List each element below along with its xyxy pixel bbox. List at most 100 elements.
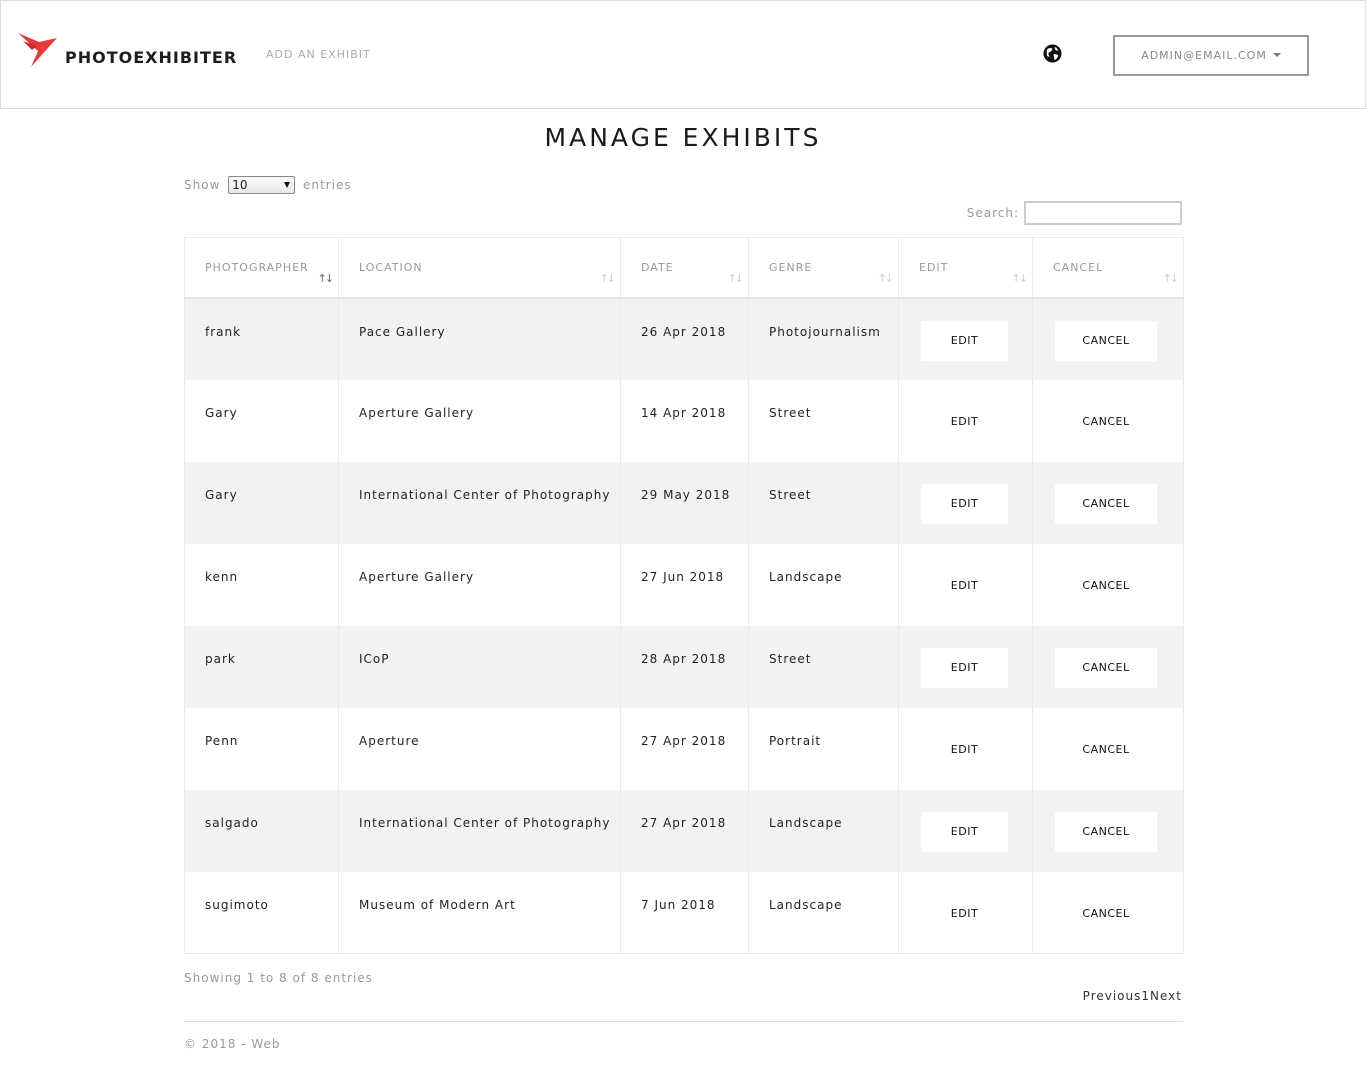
column-header-label: CANCEL	[1053, 260, 1104, 274]
cancel-button[interactable]: CANCEL	[1055, 893, 1157, 934]
cell-photographer: salgado	[184, 789, 339, 872]
sort-icon: ↑↓	[1162, 271, 1180, 285]
pagination-page-1[interactable]: 1	[1141, 989, 1150, 1003]
cell-genre: Street	[748, 625, 899, 708]
cell-date: 29 May 2018	[620, 461, 749, 544]
table-info: Showing 1 to 8 of 8 entries	[184, 971, 373, 985]
footer-divider	[184, 1021, 1183, 1022]
cell-genre: Landscape	[748, 871, 899, 954]
cell-photographer: park	[184, 625, 339, 708]
pagination-previous[interactable]: Previous	[1083, 989, 1142, 1003]
cell-genre: Portrait	[748, 707, 899, 790]
cell-location: Aperture Gallery	[338, 543, 621, 626]
cell-photographer: frank	[184, 297, 339, 380]
cell-genre: Street	[748, 461, 899, 544]
column-header-date[interactable]: DATE ↑↓	[620, 237, 749, 299]
page-title: MANAGE EXHIBITS	[544, 123, 822, 152]
cell-edit: EDIT	[898, 461, 1033, 544]
cell-edit: EDIT	[898, 379, 1033, 462]
cancel-button[interactable]: CANCEL	[1055, 729, 1157, 770]
cell-cancel: CANCEL	[1032, 871, 1184, 954]
column-header-edit[interactable]: EDIT ↑↓	[898, 237, 1033, 299]
globe-icon[interactable]	[1043, 44, 1062, 63]
column-header-label: LOCATION	[359, 260, 423, 274]
column-header-photographer[interactable]: PHOTOGRAPHER ↑↓	[184, 237, 339, 299]
pagination-next[interactable]: Next	[1150, 989, 1182, 1003]
navbar: PHOTOEXHIBITER ADD AN EXHIBIT ADMIN@EMAI…	[0, 0, 1366, 109]
cell-location: Aperture Gallery	[338, 379, 621, 462]
cell-cancel: CANCEL	[1032, 707, 1184, 790]
cancel-button[interactable]: CANCEL	[1055, 811, 1157, 852]
show-label: Show	[184, 178, 221, 192]
column-header-label: PHOTOGRAPHER	[205, 260, 309, 274]
sort-icon: ↑↓	[877, 271, 895, 285]
cell-cancel: CANCEL	[1032, 461, 1184, 544]
edit-button[interactable]: EDIT	[921, 729, 1008, 770]
bird-logo-icon[interactable]	[17, 29, 61, 69]
column-header-location[interactable]: LOCATION ↑↓	[338, 237, 621, 299]
table-row: Gary Aperture Gallery 14 Apr 2018 Street…	[184, 379, 1184, 462]
brand-name[interactable]: PHOTOEXHIBITER	[65, 48, 237, 67]
search-input[interactable]	[1024, 201, 1182, 225]
cell-cancel: CANCEL	[1032, 789, 1184, 872]
sort-icon: ↑↓	[599, 271, 617, 285]
user-menu-button[interactable]: ADMIN@EMAIL.COM	[1113, 35, 1309, 76]
edit-button[interactable]: EDIT	[921, 811, 1008, 852]
cancel-button[interactable]: CANCEL	[1055, 647, 1157, 688]
edit-button[interactable]: EDIT	[921, 565, 1008, 606]
cell-edit: EDIT	[898, 543, 1033, 626]
cancel-button[interactable]: CANCEL	[1055, 565, 1157, 606]
dropdown-arrow-icon	[284, 182, 291, 188]
cell-date: 14 Apr 2018	[620, 379, 749, 462]
cell-cancel: CANCEL	[1032, 297, 1184, 380]
table-row: park ICoP 28 Apr 2018 Street EDIT CANCEL	[184, 625, 1184, 708]
cancel-button[interactable]: CANCEL	[1055, 401, 1157, 442]
cell-photographer: Gary	[184, 379, 339, 462]
cell-cancel: CANCEL	[1032, 379, 1184, 462]
cell-date: 27 Apr 2018	[620, 789, 749, 872]
cell-date: 26 Apr 2018	[620, 297, 749, 380]
table-row: frank Pace Gallery 26 Apr 2018 Photojour…	[184, 297, 1184, 380]
entries-select-value: 10	[232, 178, 248, 192]
caret-down-icon	[1272, 53, 1281, 57]
cell-genre: Landscape	[748, 789, 899, 872]
cell-genre: Landscape	[748, 543, 899, 626]
footer-copyright: © 2018 - Web	[184, 1037, 281, 1051]
column-header-label: GENRE	[769, 260, 813, 274]
edit-button[interactable]: EDIT	[921, 483, 1008, 524]
exhibits-table: PHOTOGRAPHER ↑↓ LOCATION ↑↓ DATE ↑↓ GENRE ↑↓…	[184, 237, 1184, 954]
edit-button[interactable]: EDIT	[921, 320, 1008, 361]
sort-icon: ↑↓	[727, 271, 745, 285]
table-row: sugimoto Museum of Modern Art 7 Jun 2018…	[184, 871, 1184, 954]
table-header-row: PHOTOGRAPHER ↑↓ LOCATION ↑↓ DATE ↑↓ GENRE ↑↓…	[184, 237, 1184, 299]
edit-button[interactable]: EDIT	[921, 401, 1008, 442]
nav-add-exhibit-link[interactable]: ADD AN EXHIBIT	[266, 48, 371, 61]
table-row: Penn Aperture 27 Apr 2018 Portrait EDIT …	[184, 707, 1184, 790]
cell-edit: EDIT	[898, 707, 1033, 790]
column-header-genre[interactable]: GENRE ↑↓	[748, 237, 899, 299]
cell-location: Museum of Modern Art	[338, 871, 621, 954]
cell-date: 28 Apr 2018	[620, 625, 749, 708]
table-row: salgado International Center of Photogra…	[184, 789, 1184, 872]
cell-location: Aperture	[338, 707, 621, 790]
edit-button[interactable]: EDIT	[921, 893, 1008, 934]
entries-select[interactable]: 10	[228, 176, 296, 194]
cell-genre: Street	[748, 379, 899, 462]
cell-cancel: CANCEL	[1032, 625, 1184, 708]
cell-edit: EDIT	[898, 625, 1033, 708]
table-row: kenn Aperture Gallery 27 Jun 2018 Landsc…	[184, 543, 1184, 626]
pagination: Previous1Next	[1083, 989, 1182, 1003]
edit-button[interactable]: EDIT	[921, 647, 1008, 688]
user-email-label: ADMIN@EMAIL.COM	[1141, 49, 1267, 62]
column-header-cancel[interactable]: CANCEL ↑↓	[1032, 237, 1184, 299]
cancel-button[interactable]: CANCEL	[1055, 320, 1157, 361]
entries-length-control: Show 10 entries	[184, 176, 352, 194]
cell-photographer: Penn	[184, 707, 339, 790]
cancel-button[interactable]: CANCEL	[1055, 483, 1157, 524]
cell-cancel: CANCEL	[1032, 543, 1184, 626]
column-header-label: EDIT	[919, 260, 949, 274]
entries-label: entries	[303, 178, 352, 192]
column-header-label: DATE	[641, 260, 674, 274]
cell-date: 7 Jun 2018	[620, 871, 749, 954]
cell-location: Pace Gallery	[338, 297, 621, 380]
